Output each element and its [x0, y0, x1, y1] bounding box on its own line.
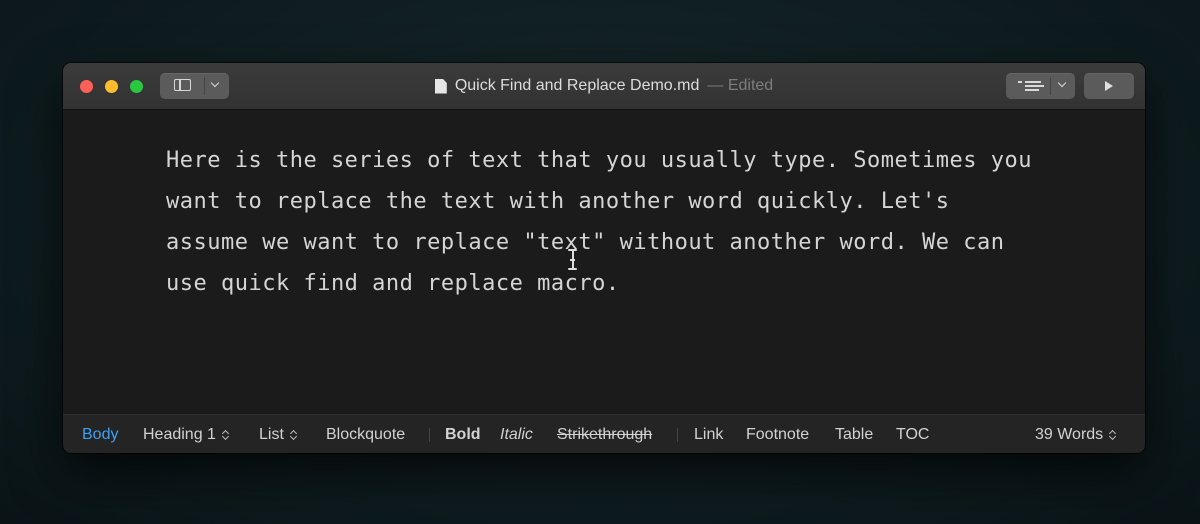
- list-label: List: [259, 425, 284, 443]
- heading-style-button[interactable]: Heading 1: [143, 415, 230, 453]
- bold-button[interactable]: Bold: [445, 415, 481, 453]
- format-divider: [429, 428, 430, 442]
- i-beam-cursor-icon: [568, 249, 577, 270]
- body-style-button[interactable]: Body: [82, 415, 118, 453]
- editor-line: use quick find and replace macro.: [166, 271, 620, 296]
- edited-status: — Edited: [707, 77, 774, 94]
- table-button[interactable]: Table: [835, 415, 873, 453]
- document-icon: [434, 78, 447, 94]
- word-count-button[interactable]: 39 Words: [1035, 415, 1117, 453]
- window-title: Quick Find and Replace Demo.md — Edited: [63, 63, 1145, 109]
- play-icon: [1105, 81, 1113, 91]
- outline-button[interactable]: [1006, 73, 1075, 99]
- button-divider: [1050, 77, 1051, 95]
- text-editor[interactable]: Here is the series of text that you usua…: [63, 110, 1145, 414]
- editor-window: Quick Find and Replace Demo.md — Edited …: [63, 63, 1145, 453]
- document-title: Quick Find and Replace Demo.md: [454, 77, 700, 94]
- updown-chevron-icon: [222, 429, 230, 441]
- footnote-button[interactable]: Footnote: [746, 415, 809, 453]
- updown-chevron-icon: [1109, 429, 1117, 441]
- format-divider: [677, 428, 678, 442]
- titlebar: Quick Find and Replace Demo.md — Edited: [63, 63, 1145, 110]
- list-style-button[interactable]: List: [259, 415, 298, 453]
- link-button[interactable]: Link: [694, 415, 723, 453]
- toc-button[interactable]: TOC: [896, 415, 929, 453]
- italic-button[interactable]: Italic: [500, 415, 533, 453]
- editor-line: assume we want to replace "text" without…: [166, 230, 1005, 255]
- updown-chevron-icon: [290, 429, 298, 441]
- heading-label: Heading 1: [143, 425, 216, 443]
- editor-line: want to replace the text with another wo…: [166, 189, 950, 214]
- strikethrough-button[interactable]: Strikethrough: [557, 415, 652, 453]
- outline-icon: [1018, 80, 1044, 92]
- preview-play-button[interactable]: [1084, 73, 1134, 99]
- blockquote-button[interactable]: Blockquote: [326, 415, 405, 453]
- editor-line: Here is the series of text that you usua…: [166, 148, 1032, 173]
- word-count-label: 39 Words: [1035, 425, 1104, 443]
- editor-content[interactable]: Here is the series of text that you usua…: [166, 140, 1066, 304]
- format-bar: Body Heading 1 List Blockquote Bold Ital…: [63, 414, 1145, 453]
- chevron-down-icon[interactable]: [1057, 78, 1067, 88]
